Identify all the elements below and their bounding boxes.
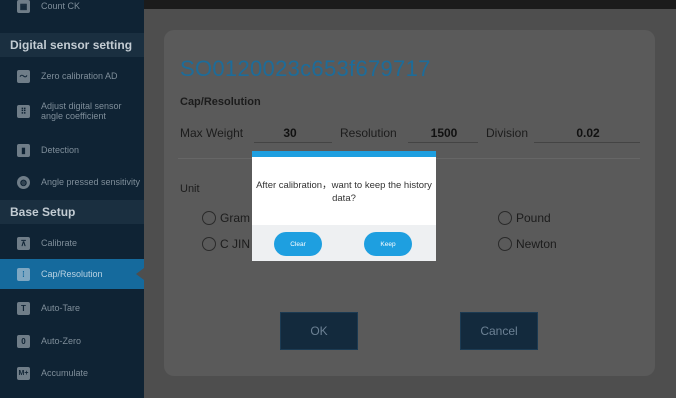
- sidebar-item-label: Cap/Resolution: [41, 269, 103, 279]
- cancel-button[interactable]: Cancel: [460, 312, 538, 350]
- resolution-field[interactable]: 1500: [410, 126, 478, 140]
- active-indicator-arrow: [136, 268, 144, 280]
- unit-radio-gram[interactable]: Gram: [202, 211, 250, 225]
- count-icon: ▦: [17, 0, 30, 13]
- auto-zero-icon: 0: [17, 334, 30, 348]
- zero-calibration-icon: 〜: [17, 69, 30, 83]
- unit-label: Pound: [516, 211, 551, 225]
- sidebar-item-label: Calibrate: [41, 238, 78, 248]
- sidebar-item-cap-resolution[interactable]: ⁞ Cap/Resolution: [0, 259, 144, 289]
- cap-resolution-icon: ⁞: [17, 267, 30, 281]
- max-weight-field[interactable]: 30: [256, 126, 324, 140]
- sidebar-item-label: Angle pressed sensitivity: [41, 177, 141, 187]
- auto-tare-icon: T: [17, 301, 30, 315]
- unit-label: Gram: [220, 211, 250, 225]
- sidebar-item-adjust-angle-coefficient[interactable]: ⠿ Adjust digital sensor angle coefficien…: [0, 96, 144, 126]
- sidebar-item-label: Count CK: [41, 1, 81, 11]
- resolution-underline: [408, 142, 478, 143]
- sidebar-item-label: Auto-Tare: [41, 303, 81, 313]
- angle-coefficient-icon: ⠿: [17, 104, 30, 118]
- sidebar-item-label: Detection: [41, 145, 80, 155]
- keep-button[interactable]: Keep: [364, 232, 412, 256]
- sidebar-item-count-ck[interactable]: ▦ Count CK: [0, 0, 144, 15]
- unit-radio-c-jin[interactable]: C JIN: [202, 237, 250, 251]
- unit-radio-pound[interactable]: Pound: [498, 211, 551, 225]
- sidebar-item-angle-pressed-sensitivity[interactable]: ◍ Angle pressed sensitivity: [0, 168, 144, 196]
- detection-icon: ▮: [17, 143, 30, 157]
- sidebar-item-label: Auto-Zero: [41, 336, 82, 346]
- section-base-setup: Base Setup: [0, 200, 144, 224]
- sidebar-item-accumulate[interactable]: M+ Accumulate: [0, 359, 144, 387]
- unit-label: Newton: [516, 237, 557, 251]
- accumulate-icon: M+: [17, 366, 30, 380]
- sensitivity-icon: ◍: [17, 175, 30, 189]
- division-underline: [534, 142, 640, 143]
- division-label: Division: [486, 126, 529, 140]
- division-field[interactable]: 0.02: [548, 126, 628, 140]
- sidebar-item-calibrate[interactable]: ⊼ Calibrate: [0, 229, 144, 257]
- unit-radio-newton[interactable]: Newton: [498, 237, 557, 251]
- cap-resolution-title: Cap/Resolution: [180, 96, 261, 108]
- unit-title: Unit: [180, 183, 200, 195]
- sidebar-item-auto-zero[interactable]: 0 Auto-Zero: [0, 327, 144, 355]
- top-strip: [144, 0, 676, 9]
- sidebar: ▦ Count CK Digital sensor setting 〜 Zero…: [0, 0, 144, 398]
- sidebar-item-auto-tare[interactable]: T Auto-Tare: [0, 294, 144, 322]
- serial-number: SO0120023c653f679717: [180, 56, 431, 81]
- dialog-message: After calibration，want to keep the histo…: [256, 180, 432, 204]
- radio-circle: [202, 237, 216, 251]
- max-weight-underline: [254, 142, 332, 143]
- unit-label: C JIN: [220, 237, 250, 251]
- max-weight-label: Max Weight: [180, 126, 244, 140]
- sidebar-item-label: Adjust digital sensor angle coefficient: [41, 101, 122, 121]
- radio-circle: [202, 211, 216, 225]
- sidebar-item-label: Accumulate: [41, 368, 89, 378]
- section-digital-sensor-setting: Digital sensor setting: [0, 33, 144, 57]
- resolution-label: Resolution: [340, 126, 397, 140]
- calibrate-icon: ⊼: [17, 236, 30, 250]
- radio-circle: [498, 211, 512, 225]
- clear-button[interactable]: Clear: [274, 232, 322, 256]
- dialog-header-bar: [252, 151, 436, 157]
- radio-circle: [498, 237, 512, 251]
- sidebar-item-zero-calibration-ad[interactable]: 〜 Zero calibration AD: [0, 62, 144, 90]
- sidebar-item-detection[interactable]: ▮ Detection: [0, 136, 144, 164]
- ok-button[interactable]: OK: [280, 312, 358, 350]
- history-data-dialog: After calibration，want to keep the histo…: [252, 151, 436, 261]
- sidebar-item-label: Zero calibration AD: [41, 71, 118, 81]
